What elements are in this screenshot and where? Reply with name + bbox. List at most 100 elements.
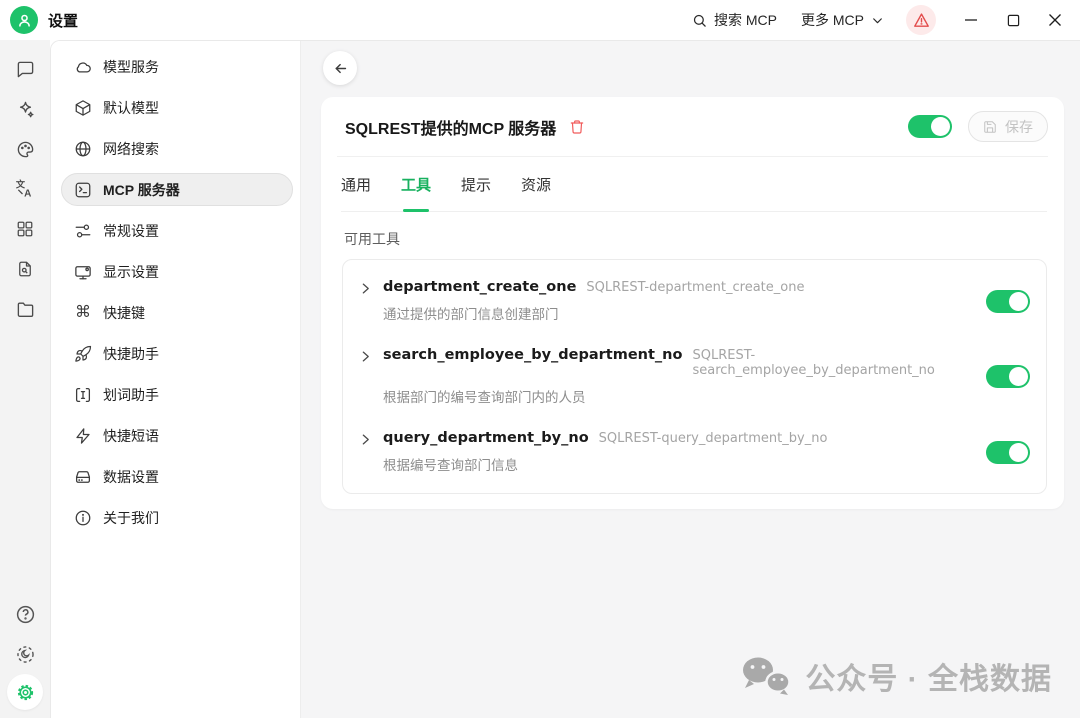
warning-icon[interactable] [906,5,936,35]
close-button[interactable] [1034,3,1076,37]
server-enabled-toggle[interactable] [908,115,952,138]
tab-resources[interactable]: 资源 [521,157,551,211]
sidebar-item-data-settings[interactable]: 数据设置 [61,456,293,497]
tool-info: search_employee_by_department_no SQLREST… [383,347,986,406]
more-mcp-label: 更多 MCP [801,10,864,30]
minimize-button[interactable] [950,3,992,37]
tools-list: department_create_one SQLREST-department… [342,259,1047,494]
tab-general[interactable]: 通用 [341,157,371,211]
back-button[interactable] [323,51,357,85]
tool-enabled-toggle[interactable] [986,290,1030,313]
sidebar-item-label: 划词助手 [103,385,159,405]
settings-sidebar: 模型服务 默认模型 网络搜索 [51,41,301,718]
search-mcp-button[interactable]: 搜索 MCP [680,4,789,36]
folder-icon[interactable] [5,289,45,329]
tool-row-query-department-by-no: query_department_by_no SQLREST-query_dep… [343,418,1046,486]
tool-enabled-toggle[interactable] [986,365,1030,388]
sidebar-item-label: 关于我们 [103,508,159,528]
sidebar-item-label: 网络搜索 [103,139,159,159]
tool-info: department_create_one SQLREST-department… [383,279,986,323]
delete-server-button[interactable] [569,119,585,135]
available-tools-heading: 可用工具 [344,229,1047,249]
sidebar-item-label: 模型服务 [103,57,159,77]
sidebar-item-label: 显示设置 [103,262,159,282]
tab-prompts[interactable]: 提示 [461,157,491,211]
tool-description: 通过提供的部门信息创建部门 [383,303,986,323]
server-tabs: 通用 工具 提示 资源 [341,157,1047,212]
sidebar-item-model-services[interactable]: 模型服务 [61,46,293,87]
maximize-button[interactable] [992,3,1034,37]
save-button[interactable]: 保存 [968,111,1048,142]
svg-text:A: A [24,189,31,200]
sidebar-item-general-settings[interactable]: 常规设置 [61,210,293,251]
text-select-icon [74,386,92,404]
tool-name: query_department_by_no [383,430,589,446]
tool-name: search_employee_by_department_no [383,347,682,363]
sidebar-item-display-settings[interactable]: 显示设置 [61,251,293,292]
sidebar-item-quick-phrases[interactable]: 快捷短语 [61,415,293,456]
sidebar-item-label: 快捷助手 [103,344,159,364]
sidebar-item-label: MCP 服务器 [103,180,180,200]
toggle-knob [1009,443,1028,462]
tools-tab-panel: 可用工具 department_create_one SQLREST-depar… [321,212,1064,509]
display-icon [74,263,92,281]
globe-icon [74,140,92,158]
zap-icon [74,427,92,445]
title-bar: 设置 搜索 MCP 更多 MCP [0,0,1080,40]
sidebar-item-selection-assistant[interactable]: 划词助手 [61,374,293,415]
tool-info: query_department_by_no SQLREST-query_dep… [383,430,986,474]
theme-icon[interactable] [5,634,45,674]
tool-id: SQLREST-department_create_one [586,280,804,295]
info-icon [74,509,92,527]
terminal-icon [74,181,92,199]
tool-name: department_create_one [383,279,576,295]
sidebar-item-default-models[interactable]: 默认模型 [61,87,293,128]
sidebar-item-label: 快捷短语 [103,426,159,446]
tool-enabled-toggle[interactable] [986,441,1030,464]
tool-id: SQLREST-search_employee_by_department_no [692,348,986,378]
watermark-text: 公众号 · 全栈数据 [805,654,1052,698]
sidebar-item-about-us[interactable]: 关于我们 [61,497,293,538]
sidebar-item-quick-assistant[interactable]: 快捷助手 [61,333,293,374]
file-search-icon[interactable] [5,249,45,289]
chevron-right-icon[interactable] [359,433,372,446]
user-avatar-icon[interactable] [10,6,38,34]
apps-grid-icon[interactable] [5,209,45,249]
tab-tools[interactable]: 工具 [401,157,431,211]
toggle-knob [931,117,950,136]
mcp-server-card: SQLREST提供的MCP 服务器 [321,97,1064,509]
rocket-icon [74,345,92,363]
save-button-label: 保存 [1005,117,1033,137]
tool-row-search-employee-by-department-no: search_employee_by_department_no SQLREST… [343,335,1046,418]
chevron-right-icon[interactable] [359,350,372,363]
tool-description: 根据编号查询部门信息 [383,454,986,474]
watermark: 公众号 · 全栈数据 [740,654,1052,698]
toggle-knob [1009,367,1028,386]
server-card-header: SQLREST提供的MCP 服务器 [321,97,1064,156]
sliders-icon [74,222,92,240]
more-mcp-button[interactable]: 更多 MCP [789,4,896,36]
help-icon[interactable] [5,594,45,634]
storage-icon [74,468,92,486]
chevron-down-icon [871,14,884,27]
palette-icon[interactable] [5,129,45,169]
save-icon [983,120,997,134]
sidebar-item-shortcuts[interactable]: ⌘ 快捷键 [61,292,293,333]
cloud-icon [74,58,92,76]
sidebar-item-mcp-servers[interactable]: MCP 服务器 [61,173,293,206]
wechat-icon [740,655,792,697]
chevron-right-icon[interactable] [359,282,372,295]
tool-description: 根据部门的编号查询部门内的人员 [383,386,986,406]
sidebar-item-web-search[interactable]: 网络搜索 [61,128,293,169]
sparkles-icon[interactable] [5,89,45,129]
chat-icon[interactable] [5,49,45,89]
tool-id: SQLREST-query_department_by_no [599,431,828,446]
command-icon: ⌘ [74,304,92,322]
sidebar-item-label: 常规设置 [103,221,159,241]
search-icon [692,13,707,28]
translate-icon[interactable]: 文 A [5,169,45,209]
settings-gear-icon[interactable] [7,674,43,710]
sidebar-item-label: 默认模型 [103,98,159,118]
package-icon [74,99,92,117]
settings-panel: 模型服务 默认模型 网络搜索 [50,40,1080,718]
